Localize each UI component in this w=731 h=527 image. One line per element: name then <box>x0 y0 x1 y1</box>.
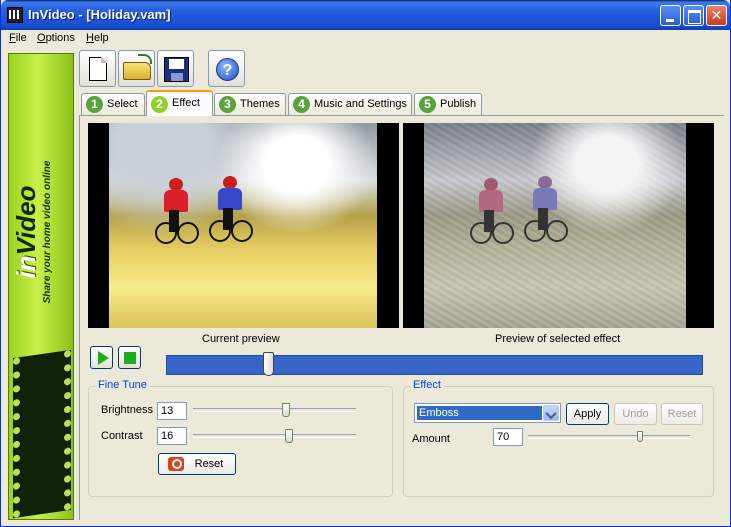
cyclist-figure <box>155 178 199 248</box>
title-bar[interactable]: InVideo - [Holiday.vam] <box>1 0 730 30</box>
step-number-badge: 3 <box>219 96 236 113</box>
app-icon <box>7 7 23 23</box>
tab-publish[interactable]: 5 Publish <box>414 93 482 115</box>
play-button[interactable] <box>90 346 113 369</box>
apply-button[interactable]: Apply <box>566 403 609 425</box>
help-icon: ? <box>216 58 239 81</box>
current-preview-video <box>88 123 399 328</box>
tab-label: Select <box>107 98 138 110</box>
brightness-slider-track[interactable] <box>193 408 356 412</box>
contrast-label: Contrast <box>101 430 143 442</box>
step-number-badge: 1 <box>86 96 103 113</box>
contrast-field[interactable]: 16 <box>157 427 187 445</box>
amount-slider-track[interactable] <box>528 435 690 439</box>
video-frame <box>424 123 686 328</box>
chevron-down-icon[interactable] <box>543 405 559 421</box>
new-icon <box>89 57 107 81</box>
step-number-badge: 2 <box>151 96 168 113</box>
current-preview-caption: Current preview <box>202 333 280 345</box>
fine-tune-title: Fine Tune <box>95 379 150 391</box>
save-icon <box>164 57 189 82</box>
tab-themes[interactable]: 3 Themes <box>214 93 286 115</box>
undo-button[interactable]: Undo <box>614 403 657 425</box>
open-project-button[interactable] <box>118 50 155 87</box>
menu-help[interactable]: Help <box>86 32 109 44</box>
minimize-button[interactable] <box>660 5 681 26</box>
reset-icon <box>168 457 184 471</box>
tab-label: Music and Settings <box>314 98 407 110</box>
tab-label: Publish <box>440 98 477 110</box>
effect-preview-caption: Preview of selected effect <box>495 333 621 345</box>
seek-bar[interactable] <box>166 355 703 375</box>
menu-options[interactable]: Options <box>37 32 75 44</box>
menu-bar: File Options Help <box>1 30 730 48</box>
stop-button[interactable] <box>118 346 141 369</box>
amount-slider-thumb[interactable] <box>637 431 643 442</box>
logo-in: in <box>11 255 41 279</box>
tab-music-and-settings[interactable]: 4 Music and Settings <box>288 93 412 115</box>
reset-label: Reset <box>194 458 224 470</box>
window-title: InVideo - [Holiday.vam] <box>28 7 171 22</box>
play-icon <box>98 351 109 365</box>
contrast-slider-thumb[interactable] <box>285 429 293 443</box>
tab-label: Effect <box>172 97 200 109</box>
tab-select[interactable]: 1 Select <box>81 93 145 115</box>
video-frame <box>109 123 377 328</box>
tab-effect[interactable]: 2 Effect <box>146 90 213 116</box>
effect-select[interactable]: Emboss <box>414 403 561 423</box>
amount-label: Amount <box>412 433 450 445</box>
banner-tagline: Share your home video online <box>42 160 53 304</box>
fine-tune-reset-button[interactable]: Reset <box>158 453 236 475</box>
close-button[interactable] <box>706 5 727 26</box>
effect-reset-button[interactable]: Reset <box>661 403 703 425</box>
effect-title: Effect <box>410 379 444 391</box>
effect-selected-value: Emboss <box>417 406 542 420</box>
effect-preview-video <box>403 123 714 328</box>
banner-logo: inVideo Share your home video online <box>11 82 71 382</box>
menu-file[interactable]: File <box>9 32 27 44</box>
cyclist-figure <box>209 176 253 246</box>
tab-label: Themes <box>240 98 280 110</box>
app-window: InVideo - [Holiday.vam] File Options Hel… <box>0 0 731 527</box>
stop-icon <box>124 352 136 364</box>
brightness-label: Brightness <box>101 404 153 416</box>
brightness-field[interactable]: 13 <box>157 402 187 420</box>
step-number-badge: 5 <box>419 96 436 113</box>
maximize-button[interactable] <box>683 5 704 26</box>
step-number-badge: 4 <box>293 96 310 113</box>
cyclist-figure <box>524 176 568 246</box>
logo-video: Video <box>11 185 41 256</box>
cyclist-figure <box>470 178 514 248</box>
invideo-banner: inVideo Share your home video online <box>8 53 74 520</box>
brightness-slider-thumb[interactable] <box>282 403 290 417</box>
amount-field[interactable]: 70 <box>493 428 523 446</box>
help-button[interactable]: ? <box>208 50 245 87</box>
new-project-button[interactable] <box>79 50 116 87</box>
contrast-slider-track[interactable] <box>193 434 356 438</box>
seek-thumb[interactable] <box>263 352 274 376</box>
save-project-button[interactable] <box>157 50 194 87</box>
open-folder-icon <box>123 54 152 80</box>
film-strip-graphic <box>13 349 71 519</box>
